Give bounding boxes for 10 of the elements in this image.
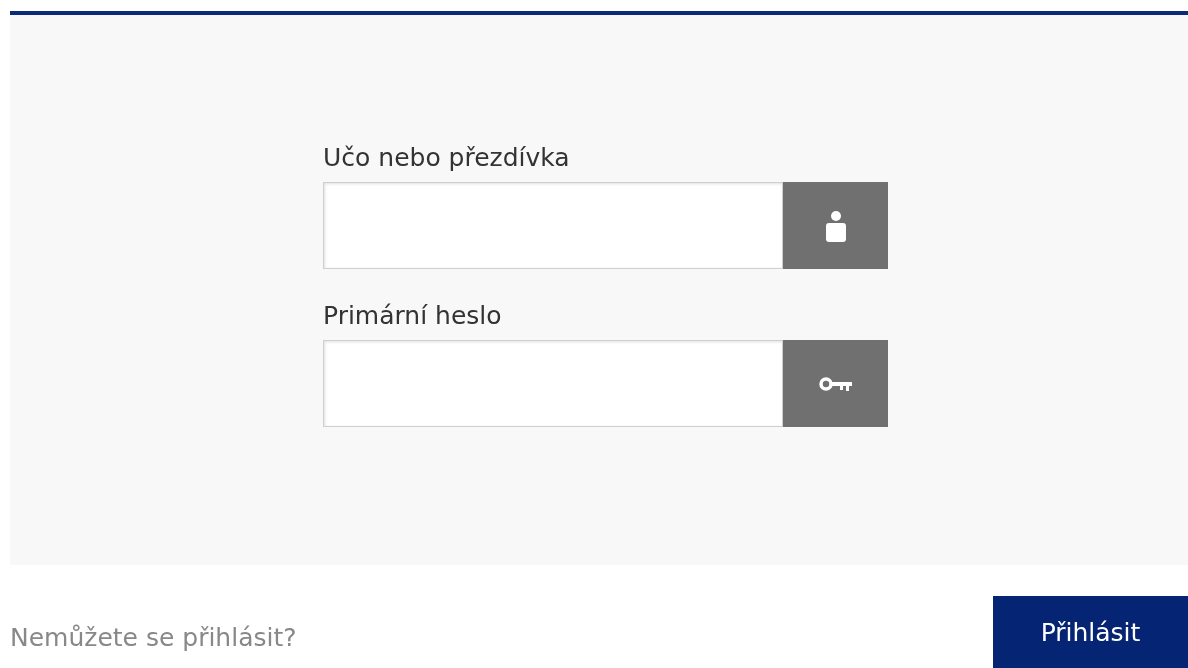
help-link[interactable]: Nemůžete se přihlásit? — [10, 623, 297, 652]
field-label: Primární heslo — [323, 301, 503, 330]
login-button[interactable]: Přihlásit — [993, 596, 1188, 668]
user-button[interactable] — [783, 182, 888, 269]
password-field[interactable] — [323, 340, 783, 427]
user-icon — [824, 209, 847, 242]
field-label: Učo nebo přezdívka — [323, 143, 571, 172]
key-icon — [818, 375, 853, 392]
key-button[interactable] — [783, 340, 888, 427]
username-field[interactable] — [323, 182, 783, 269]
